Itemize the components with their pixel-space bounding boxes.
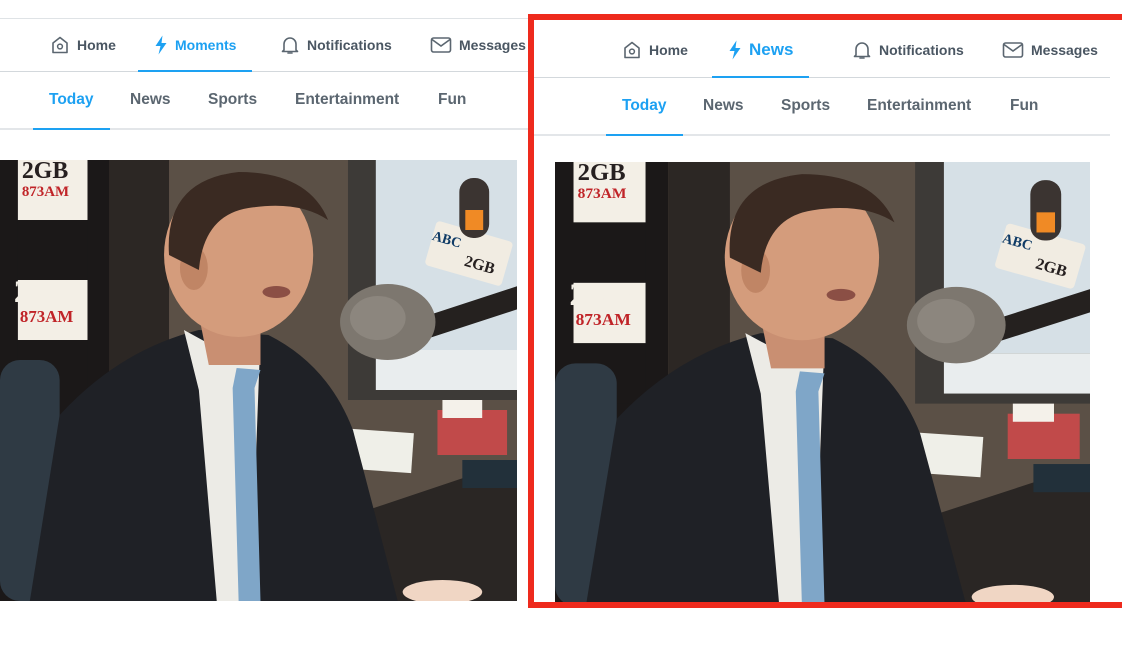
nav-home[interactable]: Home xyxy=(622,22,688,77)
nav-notifications-label: Notifications xyxy=(879,41,964,58)
radio-studio-photo: 2GB 873AM 2GB 873AM ABC 2GB xyxy=(555,162,1090,602)
top-navigation: Home Moments Notifications Messages xyxy=(0,18,528,72)
envelope-icon xyxy=(430,36,452,54)
tab-sports[interactable]: Sports xyxy=(208,72,257,128)
nav-messages[interactable]: Messages xyxy=(430,19,526,71)
tab-sports[interactable]: Sports xyxy=(781,78,830,134)
home-icon xyxy=(50,35,70,55)
tab-entertainment[interactable]: Entertainment xyxy=(867,78,971,134)
nav-notifications-label: Notifications xyxy=(307,37,392,53)
tab-news[interactable]: News xyxy=(130,72,171,128)
top-navigation: Home News Notifications Messages xyxy=(534,22,1110,78)
wall-logo-sub: 873AM xyxy=(576,310,631,329)
lightning-icon xyxy=(728,40,742,60)
nav-messages-label: Messages xyxy=(459,37,526,53)
nav-messages[interactable]: Messages xyxy=(1002,22,1098,77)
tab-today[interactable]: Today xyxy=(606,78,682,136)
news-photo[interactable]: 2GB 873AM 2GB 873AM ABC 2GB xyxy=(555,162,1090,602)
wall-logo-top-sub: 873AM xyxy=(22,184,69,200)
moments-tabs: Today News Sports Entertainment Fun xyxy=(534,78,1110,136)
news-photo[interactable]: 2GB 873AM 2GB 873AM ABC 2GB xyxy=(0,160,517,601)
nav-home[interactable]: Home xyxy=(50,19,116,71)
tab-fun[interactable]: Fun xyxy=(1010,78,1038,134)
wall-logo-top: 2GB xyxy=(22,160,68,184)
wall-logo-top-sub: 873AM xyxy=(578,185,627,202)
lightning-icon xyxy=(154,35,168,55)
bell-icon xyxy=(852,40,872,60)
nav-news[interactable]: News xyxy=(711,22,810,78)
wall-logo: 2GB xyxy=(569,277,633,313)
right-screenshot-highlighted: Home News Notifications Messages Today N… xyxy=(528,14,1122,608)
nav-notifications[interactable]: Notifications xyxy=(280,19,392,71)
nav-home-label: Home xyxy=(649,41,688,58)
moments-tabs: Today News Sports Entertainment Fun xyxy=(0,72,528,130)
nav-home-label: Home xyxy=(77,37,116,53)
tab-today[interactable]: Today xyxy=(33,72,109,130)
tab-fun[interactable]: Fun xyxy=(438,72,466,128)
radio-studio-photo: 2GB 873AM 2GB 873AM ABC 2GB xyxy=(0,160,517,601)
wall-logo: 2GB xyxy=(14,274,76,309)
tab-entertainment[interactable]: Entertainment xyxy=(295,72,399,128)
bell-icon xyxy=(280,35,300,55)
nav-moments-label: Moments xyxy=(175,37,237,53)
envelope-icon xyxy=(1002,41,1024,59)
nav-news-label: News xyxy=(749,39,794,59)
wall-logo-sub: 873AM xyxy=(20,307,73,326)
wall-logo-top: 2GB xyxy=(578,162,626,186)
left-screenshot: Home Moments Notifications Messages Toda… xyxy=(0,18,528,618)
tab-news[interactable]: News xyxy=(703,78,744,134)
home-icon xyxy=(622,40,642,60)
nav-moments[interactable]: Moments xyxy=(137,19,253,72)
nav-messages-label: Messages xyxy=(1031,41,1098,58)
nav-notifications[interactable]: Notifications xyxy=(852,22,964,77)
